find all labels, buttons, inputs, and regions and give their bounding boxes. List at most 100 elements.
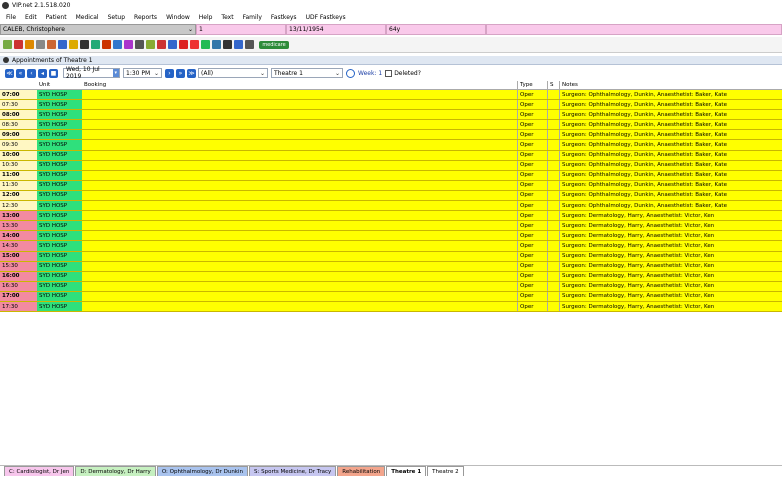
unit-cell[interactable]: SYD HOSP [37,170,82,180]
col-type-header[interactable]: Type [517,81,547,89]
time-cell[interactable]: 17:00 [0,291,37,301]
unit-cell[interactable]: SYD HOSP [37,301,82,312]
next-day-button[interactable]: › [165,68,174,78]
time-cell[interactable]: 10:00 [0,150,37,160]
tab-theatre-1[interactable]: Theatre 1 [386,466,427,476]
table-row[interactable]: 09:00 SYD HOSP Oper Surgeon: Ophthalmology,… [0,130,782,141]
s-cell[interactable] [547,231,559,241]
toolbar-tool-22-icon[interactable] [234,40,243,49]
menu-medical[interactable]: Medical [76,14,99,21]
s-cell[interactable] [547,261,559,271]
s-cell[interactable] [547,241,559,251]
booking-cell[interactable] [82,231,517,241]
s-cell[interactable] [547,211,559,221]
booking-cell[interactable] [82,130,517,140]
notes-cell[interactable]: Surgeon: Ophthalmology, Dunkin, Anaesthe… [559,110,782,120]
notes-cell[interactable]: Surgeon: Dermatology, Harry, Anaesthetis… [559,261,782,271]
unit-cell[interactable]: SYD HOSP [37,110,82,120]
s-cell[interactable] [547,160,559,170]
booking-cell[interactable] [82,110,517,120]
calendar-dropdown-icon[interactable]: ▾ [112,69,119,77]
menu-file[interactable]: File [6,14,16,21]
toolbar-tool-13-icon[interactable] [135,40,144,49]
notes-cell[interactable]: Surgeon: Dermatology, Harry, Anaesthetis… [559,211,782,221]
table-row[interactable]: 10:30 SYD HOSP Oper Surgeon: Ophthalmology,… [0,160,782,171]
time-cell[interactable]: 08:00 [0,110,37,120]
s-cell[interactable] [547,110,559,120]
booking-cell[interactable] [82,271,517,281]
type-cell[interactable]: Oper [517,130,547,140]
s-cell[interactable] [547,90,559,100]
unit-cell[interactable]: SYD HOSP [37,211,82,221]
table-row[interactable]: 17:00 SYD HOSP Oper Surgeon: Dermatology, H… [0,291,782,302]
type-cell[interactable]: Oper [517,211,547,221]
table-row[interactable]: 16:00 SYD HOSP Oper Surgeon: Dermatology, H… [0,271,782,282]
type-cell[interactable]: Oper [517,201,547,211]
time-cell[interactable]: 09:30 [0,140,37,150]
toolbar-tool-18-icon[interactable] [190,40,199,49]
type-cell[interactable]: Oper [517,170,547,180]
time-cell[interactable]: 15:00 [0,251,37,261]
booking-cell[interactable] [82,180,517,190]
time-cell[interactable]: 07:00 [0,90,37,100]
menu-window[interactable]: Window [166,14,190,21]
toolbar-tool-21-icon[interactable] [223,40,232,49]
table-row[interactable]: 08:30 SYD HOSP Oper Surgeon: Ophthalmology,… [0,120,782,131]
unit-cell[interactable]: SYD HOSP [37,251,82,261]
table-row[interactable]: 14:00 SYD HOSP Oper Surgeon: Dermatology, H… [0,231,782,242]
type-cell[interactable]: Oper [517,110,547,120]
prev-month-button[interactable]: « [16,68,25,78]
unit-cell[interactable]: SYD HOSP [37,261,82,271]
unit-cell[interactable]: SYD HOSP [37,150,82,160]
s-cell[interactable] [547,281,559,291]
notes-cell[interactable]: Surgeon: Ophthalmology, Dunkin, Anaesthe… [559,120,782,130]
s-cell[interactable] [547,251,559,261]
unit-cell[interactable]: SYD HOSP [37,281,82,291]
notes-cell[interactable]: Surgeon: Ophthalmology, Dunkin, Anaesthe… [559,150,782,160]
s-cell[interactable] [547,190,559,201]
menu-edit[interactable]: Edit [25,14,37,21]
booking-cell[interactable] [82,160,517,170]
unit-cell[interactable]: SYD HOSP [37,190,82,201]
menu-help[interactable]: Help [199,14,213,21]
date-select[interactable]: Wed, 10 Jul 2019 ▾ [63,66,120,80]
type-cell[interactable]: Oper [517,100,547,110]
time-cell[interactable]: 14:00 [0,231,37,241]
booking-cell[interactable] [82,140,517,150]
time-select[interactable]: 1:30 PM ⌄ [123,68,162,78]
time-cell[interactable]: 14:30 [0,241,37,251]
prev-week-button[interactable]: ‹ [27,68,36,78]
type-cell[interactable]: Oper [517,301,547,312]
prev-day-button[interactable]: ◂ [38,68,47,78]
notes-cell[interactable]: Surgeon: Ophthalmology, Dunkin, Anaesthe… [559,180,782,190]
notes-cell[interactable]: Surgeon: Dermatology, Harry, Anaesthetis… [559,271,782,281]
s-cell[interactable] [547,301,559,312]
table-row[interactable]: 07:00 SYD HOSP Oper Surgeon: Ophthalmology,… [0,90,782,101]
booking-cell[interactable] [82,190,517,201]
type-cell[interactable]: Oper [517,271,547,281]
toolbar-tool-1-icon[interactable] [3,40,12,49]
unit-cell[interactable]: SYD HOSP [37,160,82,170]
tab-o-ophthalmology-dr-dunkin[interactable]: O: Ophthalmology, Dr Dunkin [156,466,249,476]
type-cell[interactable]: Oper [517,251,547,261]
toolbar-tool-11-icon[interactable] [113,40,122,49]
toolbar-tool-4-icon[interactable] [36,40,45,49]
unit-cell[interactable]: SYD HOSP [37,231,82,241]
table-row[interactable]: 09:30 SYD HOSP Oper Surgeon: Ophthalmology,… [0,140,782,151]
menu-fastkeys[interactable]: Fastkeys [271,14,297,21]
type-cell[interactable]: Oper [517,90,547,100]
notes-cell[interactable]: Surgeon: Ophthalmology, Dunkin, Anaesthe… [559,160,782,170]
unit-cell[interactable]: SYD HOSP [37,140,82,150]
menu-setup[interactable]: Setup [108,14,125,21]
type-cell[interactable]: Oper [517,150,547,160]
last-button[interactable]: ≫ [187,68,196,78]
toolbar-tool-3-icon[interactable] [25,40,34,49]
type-cell[interactable]: Oper [517,140,547,150]
unit-cell[interactable]: SYD HOSP [37,120,82,130]
time-cell[interactable]: 16:00 [0,271,37,281]
toolbar-tool-19-icon[interactable] [201,40,210,49]
time-cell[interactable]: 16:30 [0,281,37,291]
notes-cell[interactable]: Surgeon: Ophthalmology, Dunkin, Anaesthe… [559,130,782,140]
booking-cell[interactable] [82,201,517,211]
menu-family[interactable]: Family [243,14,262,21]
